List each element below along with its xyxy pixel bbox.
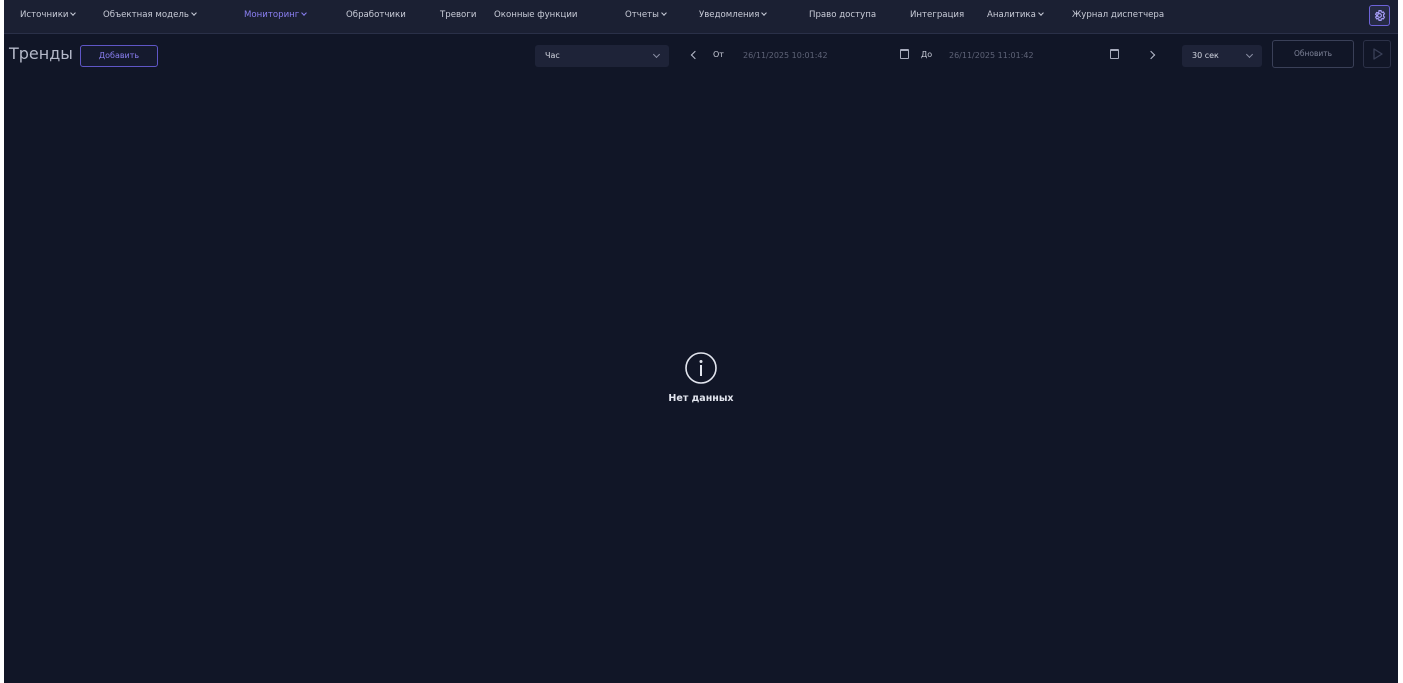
chevron-down-icon [761, 10, 768, 16]
settings-button[interactable] [1369, 5, 1390, 26]
refresh-button[interactable]: Обновить [1272, 40, 1354, 68]
gear-icon [1374, 10, 1386, 21]
nav-item-monitoring[interactable]: Мониторинг [244, 0, 308, 30]
calendar-icon[interactable] [1110, 49, 1119, 59]
app-frame: Источники Объектная модель Мониторинг Об… [4, 0, 1398, 683]
page-title: Тренды [9, 44, 73, 63]
chevron-down-icon [301, 10, 308, 16]
add-button[interactable]: Добавить [80, 45, 158, 67]
nav-item-window-functions[interactable]: Оконные функции [494, 0, 578, 30]
nav-item-sources[interactable]: Источники [20, 0, 77, 30]
next-period-button[interactable] [1146, 48, 1160, 64]
interval-select-value: 30 сек [1192, 51, 1219, 60]
toolbar: Тренды Добавить Час От 26/11/2025 10:01:… [4, 34, 1398, 79]
calendar-icon[interactable] [900, 49, 909, 59]
no-data-message: Нет данных [668, 393, 734, 404]
play-button[interactable] [1363, 40, 1391, 68]
info-circle-icon [685, 352, 717, 384]
nav-item-dispatcher-log[interactable]: Журнал диспетчера [1072, 0, 1164, 30]
nav-item-analytics[interactable]: Аналитика [987, 0, 1044, 30]
interval-select[interactable]: 30 сек [1182, 45, 1262, 67]
chevron-down-icon [1245, 50, 1254, 59]
top-nav: Источники Объектная модель Мониторинг Об… [4, 0, 1398, 34]
play-icon [1373, 48, 1383, 60]
chevron-down-icon [661, 10, 667, 16]
to-label: До [921, 50, 933, 59]
chevron-down-icon [70, 10, 77, 16]
nav-item-reports[interactable]: Отчеты [625, 0, 667, 30]
nav-item-access-rights[interactable]: Право доступа [809, 0, 876, 30]
chevron-down-icon [652, 50, 661, 59]
to-date-input[interactable]: 26/11/2025 11:01:42 [949, 45, 1104, 67]
nav-item-notifications[interactable]: Уведомления [699, 0, 768, 30]
chevron-down-icon [1038, 10, 1044, 16]
nav-item-alarms[interactable]: Тревоги [440, 0, 476, 30]
nav-item-handlers[interactable]: Обработчики [346, 0, 406, 30]
from-date-input[interactable]: 26/11/2025 10:01:42 [743, 45, 898, 67]
trends-content-area: Нет данных [4, 80, 1398, 683]
period-select[interactable]: Час [535, 45, 669, 67]
from-label: От [713, 50, 724, 59]
period-select-value: Час [545, 51, 560, 60]
nav-item-integration[interactable]: Интеграция [910, 0, 964, 30]
prev-period-button[interactable] [688, 48, 702, 64]
nav-item-object-model[interactable]: Объектная модель [103, 0, 197, 30]
chevron-down-icon [191, 10, 197, 16]
